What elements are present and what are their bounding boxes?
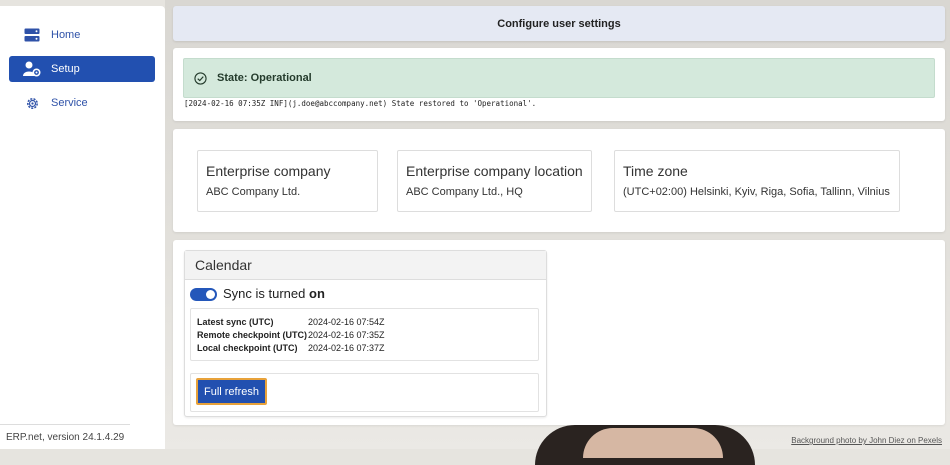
sidebar: Home Setup Service ERP.net, version 24.1… bbox=[0, 6, 165, 449]
calendar-panel: Calendar Sync is turned on Latest sync (… bbox=[173, 240, 945, 425]
card-title: Enterprise company location bbox=[406, 163, 583, 179]
sidebar-item-label: Setup bbox=[51, 63, 80, 75]
sync-row-value: 2024-02-16 07:37Z bbox=[308, 343, 385, 353]
user-gear-icon bbox=[23, 60, 41, 78]
sync-row-value: 2024-02-16 07:35Z bbox=[308, 330, 385, 340]
sync-row-label: Local checkpoint (UTC) bbox=[197, 343, 298, 353]
sidebar-item-label: Home bbox=[51, 29, 81, 41]
card-value: (UTC+02:00) Helsinki, Kyiv, Riga, Sofia,… bbox=[623, 186, 890, 198]
sidebar-item-label: Service bbox=[51, 97, 88, 109]
card-title: Time zone bbox=[623, 163, 688, 179]
sync-prefix: Sync is turned bbox=[223, 286, 306, 301]
time-zone-card: Time zone (UTC+02:00) Helsinki, Kyiv, Ri… bbox=[614, 150, 900, 212]
sync-details: Latest sync (UTC) 2024-02-16 07:54Z Remo… bbox=[190, 308, 539, 361]
state-panel: State: Operational [2024-02-16 07:35Z IN… bbox=[173, 48, 945, 121]
photo-credit-link[interactable]: Background photo by John Diez on Pexels bbox=[791, 436, 942, 445]
card-value: ABC Company Ltd. bbox=[206, 186, 301, 198]
enterprise-location-card: Enterprise company location ABC Company … bbox=[397, 150, 592, 212]
calendar-card: Calendar Sync is turned on Latest sync (… bbox=[184, 250, 547, 417]
state-banner: State: Operational bbox=[183, 58, 935, 98]
divider bbox=[0, 424, 130, 425]
full-refresh-button[interactable]: Full refresh bbox=[196, 378, 267, 405]
sidebar-item-service[interactable]: Service bbox=[9, 90, 155, 116]
calendar-title: Calendar bbox=[185, 251, 546, 280]
server-icon bbox=[23, 26, 41, 44]
sidebar-item-setup[interactable]: Setup bbox=[9, 56, 155, 82]
state-log: [2024-02-16 07:35Z INF](j.doe@abccompany… bbox=[184, 99, 537, 108]
sync-row-value: 2024-02-16 07:54Z bbox=[308, 317, 385, 327]
enterprise-company-card: Enterprise company ABC Company Ltd. bbox=[197, 150, 378, 212]
sync-row-label: Remote checkpoint (UTC) bbox=[197, 330, 308, 340]
sync-row-label: Latest sync (UTC) bbox=[197, 317, 274, 327]
page-title: Configure user settings bbox=[173, 6, 945, 41]
gear-icon bbox=[23, 94, 41, 112]
sidebar-item-home[interactable]: Home bbox=[9, 22, 155, 48]
sync-status: Sync is turned on bbox=[223, 286, 325, 301]
sync-state: on bbox=[309, 286, 325, 301]
card-title: Enterprise company bbox=[206, 163, 331, 179]
check-circle-icon bbox=[194, 71, 207, 85]
background-face bbox=[583, 428, 723, 458]
info-panel: Enterprise company ABC Company Ltd. Ente… bbox=[173, 129, 945, 232]
state-text: State: Operational bbox=[217, 72, 312, 84]
version-label: ERP.net, version 24.1.4.29 bbox=[6, 432, 125, 443]
sync-toggle[interactable] bbox=[190, 288, 217, 301]
actions-box: Full refresh bbox=[190, 373, 539, 412]
card-value: ABC Company Ltd., HQ bbox=[406, 186, 523, 198]
